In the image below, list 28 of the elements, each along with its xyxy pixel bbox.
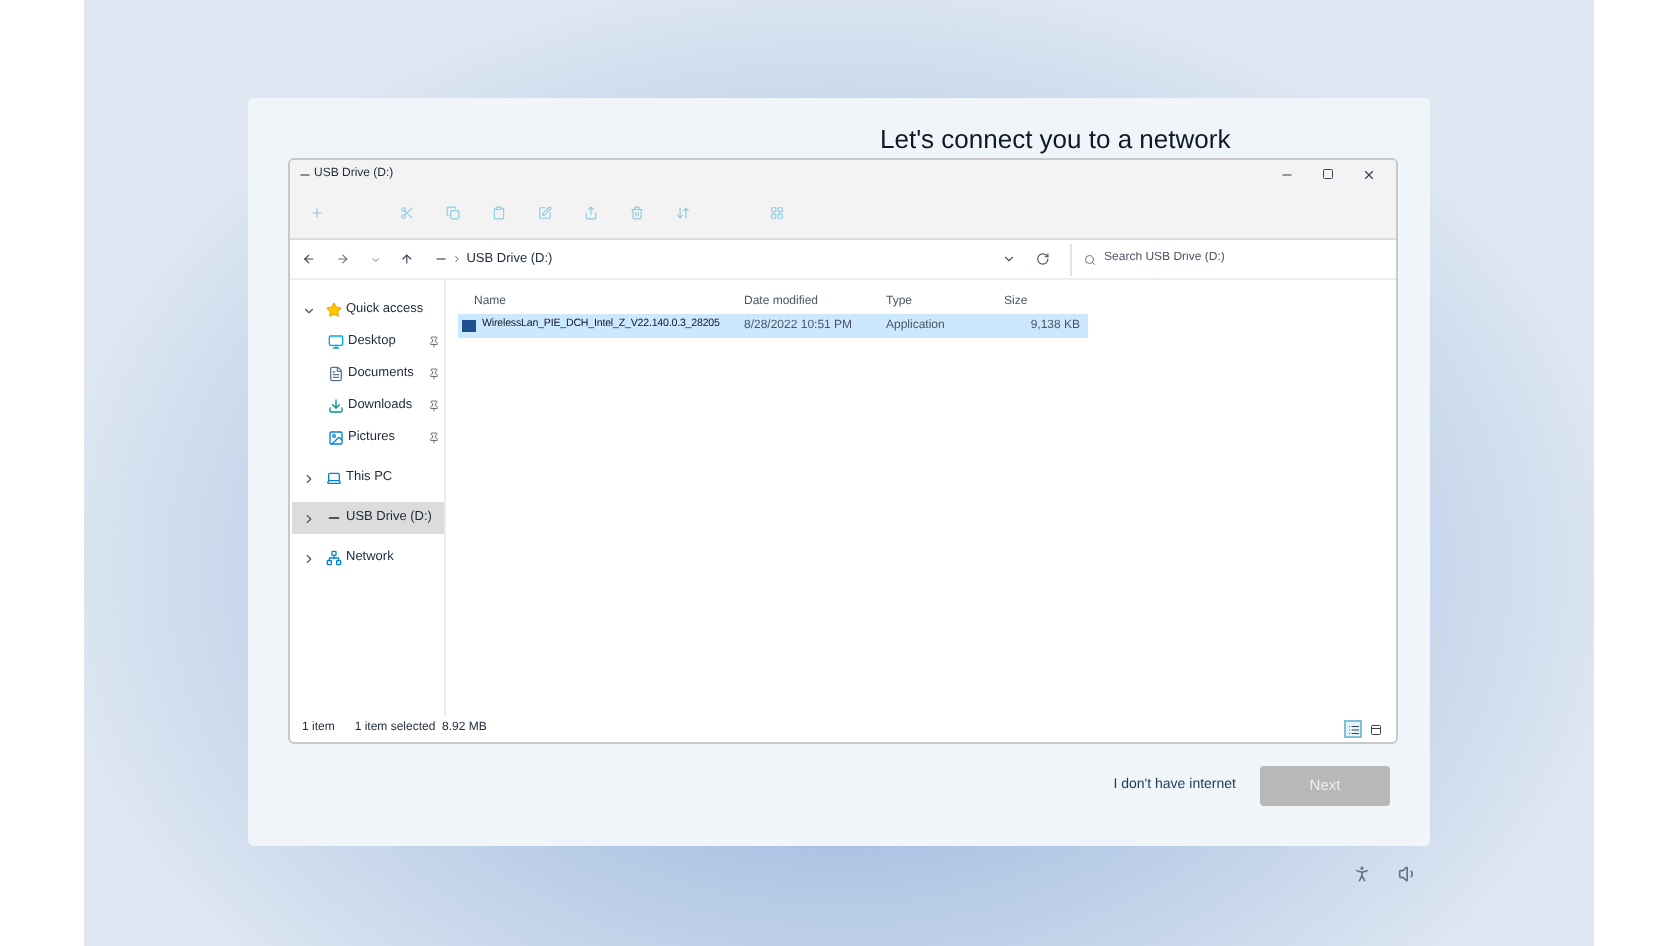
- breadcrumb-chevron-icon: [452, 254, 463, 264]
- expand-icon[interactable]: [302, 511, 316, 525]
- details-view-button[interactable]: [1344, 720, 1362, 738]
- computer-icon: [326, 470, 342, 486]
- page-heading: Let's connect you to a network: [880, 124, 1231, 156]
- desktop-icon: [328, 334, 344, 350]
- application-icon: [462, 320, 476, 332]
- up-icon[interactable]: [400, 252, 415, 266]
- recent-icon[interactable]: [369, 253, 381, 265]
- refresh-icon[interactable]: [1036, 252, 1051, 266]
- search-icon: [1084, 253, 1097, 265]
- forward-icon[interactable]: [335, 252, 350, 266]
- expand-icon[interactable]: [302, 471, 316, 485]
- expand-icon[interactable]: [302, 551, 316, 565]
- expand-icon[interactable]: [302, 303, 316, 317]
- download-icon: [328, 398, 344, 414]
- dropdown-icon[interactable]: [1002, 252, 1017, 266]
- close-icon[interactable]: [1362, 167, 1376, 181]
- document-folder-icon: [328, 366, 344, 382]
- accessibility-icon[interactable]: [1352, 864, 1372, 884]
- star-icon: [326, 302, 342, 318]
- maximize-icon[interactable]: [1322, 168, 1334, 180]
- drive-icon: [434, 252, 449, 266]
- volume-icon[interactable]: [1398, 864, 1418, 884]
- tiles-view-button[interactable]: [1366, 720, 1384, 738]
- back-icon[interactable]: [302, 252, 316, 266]
- picture-folder-icon: [328, 430, 344, 446]
- network-icon: [326, 550, 342, 566]
